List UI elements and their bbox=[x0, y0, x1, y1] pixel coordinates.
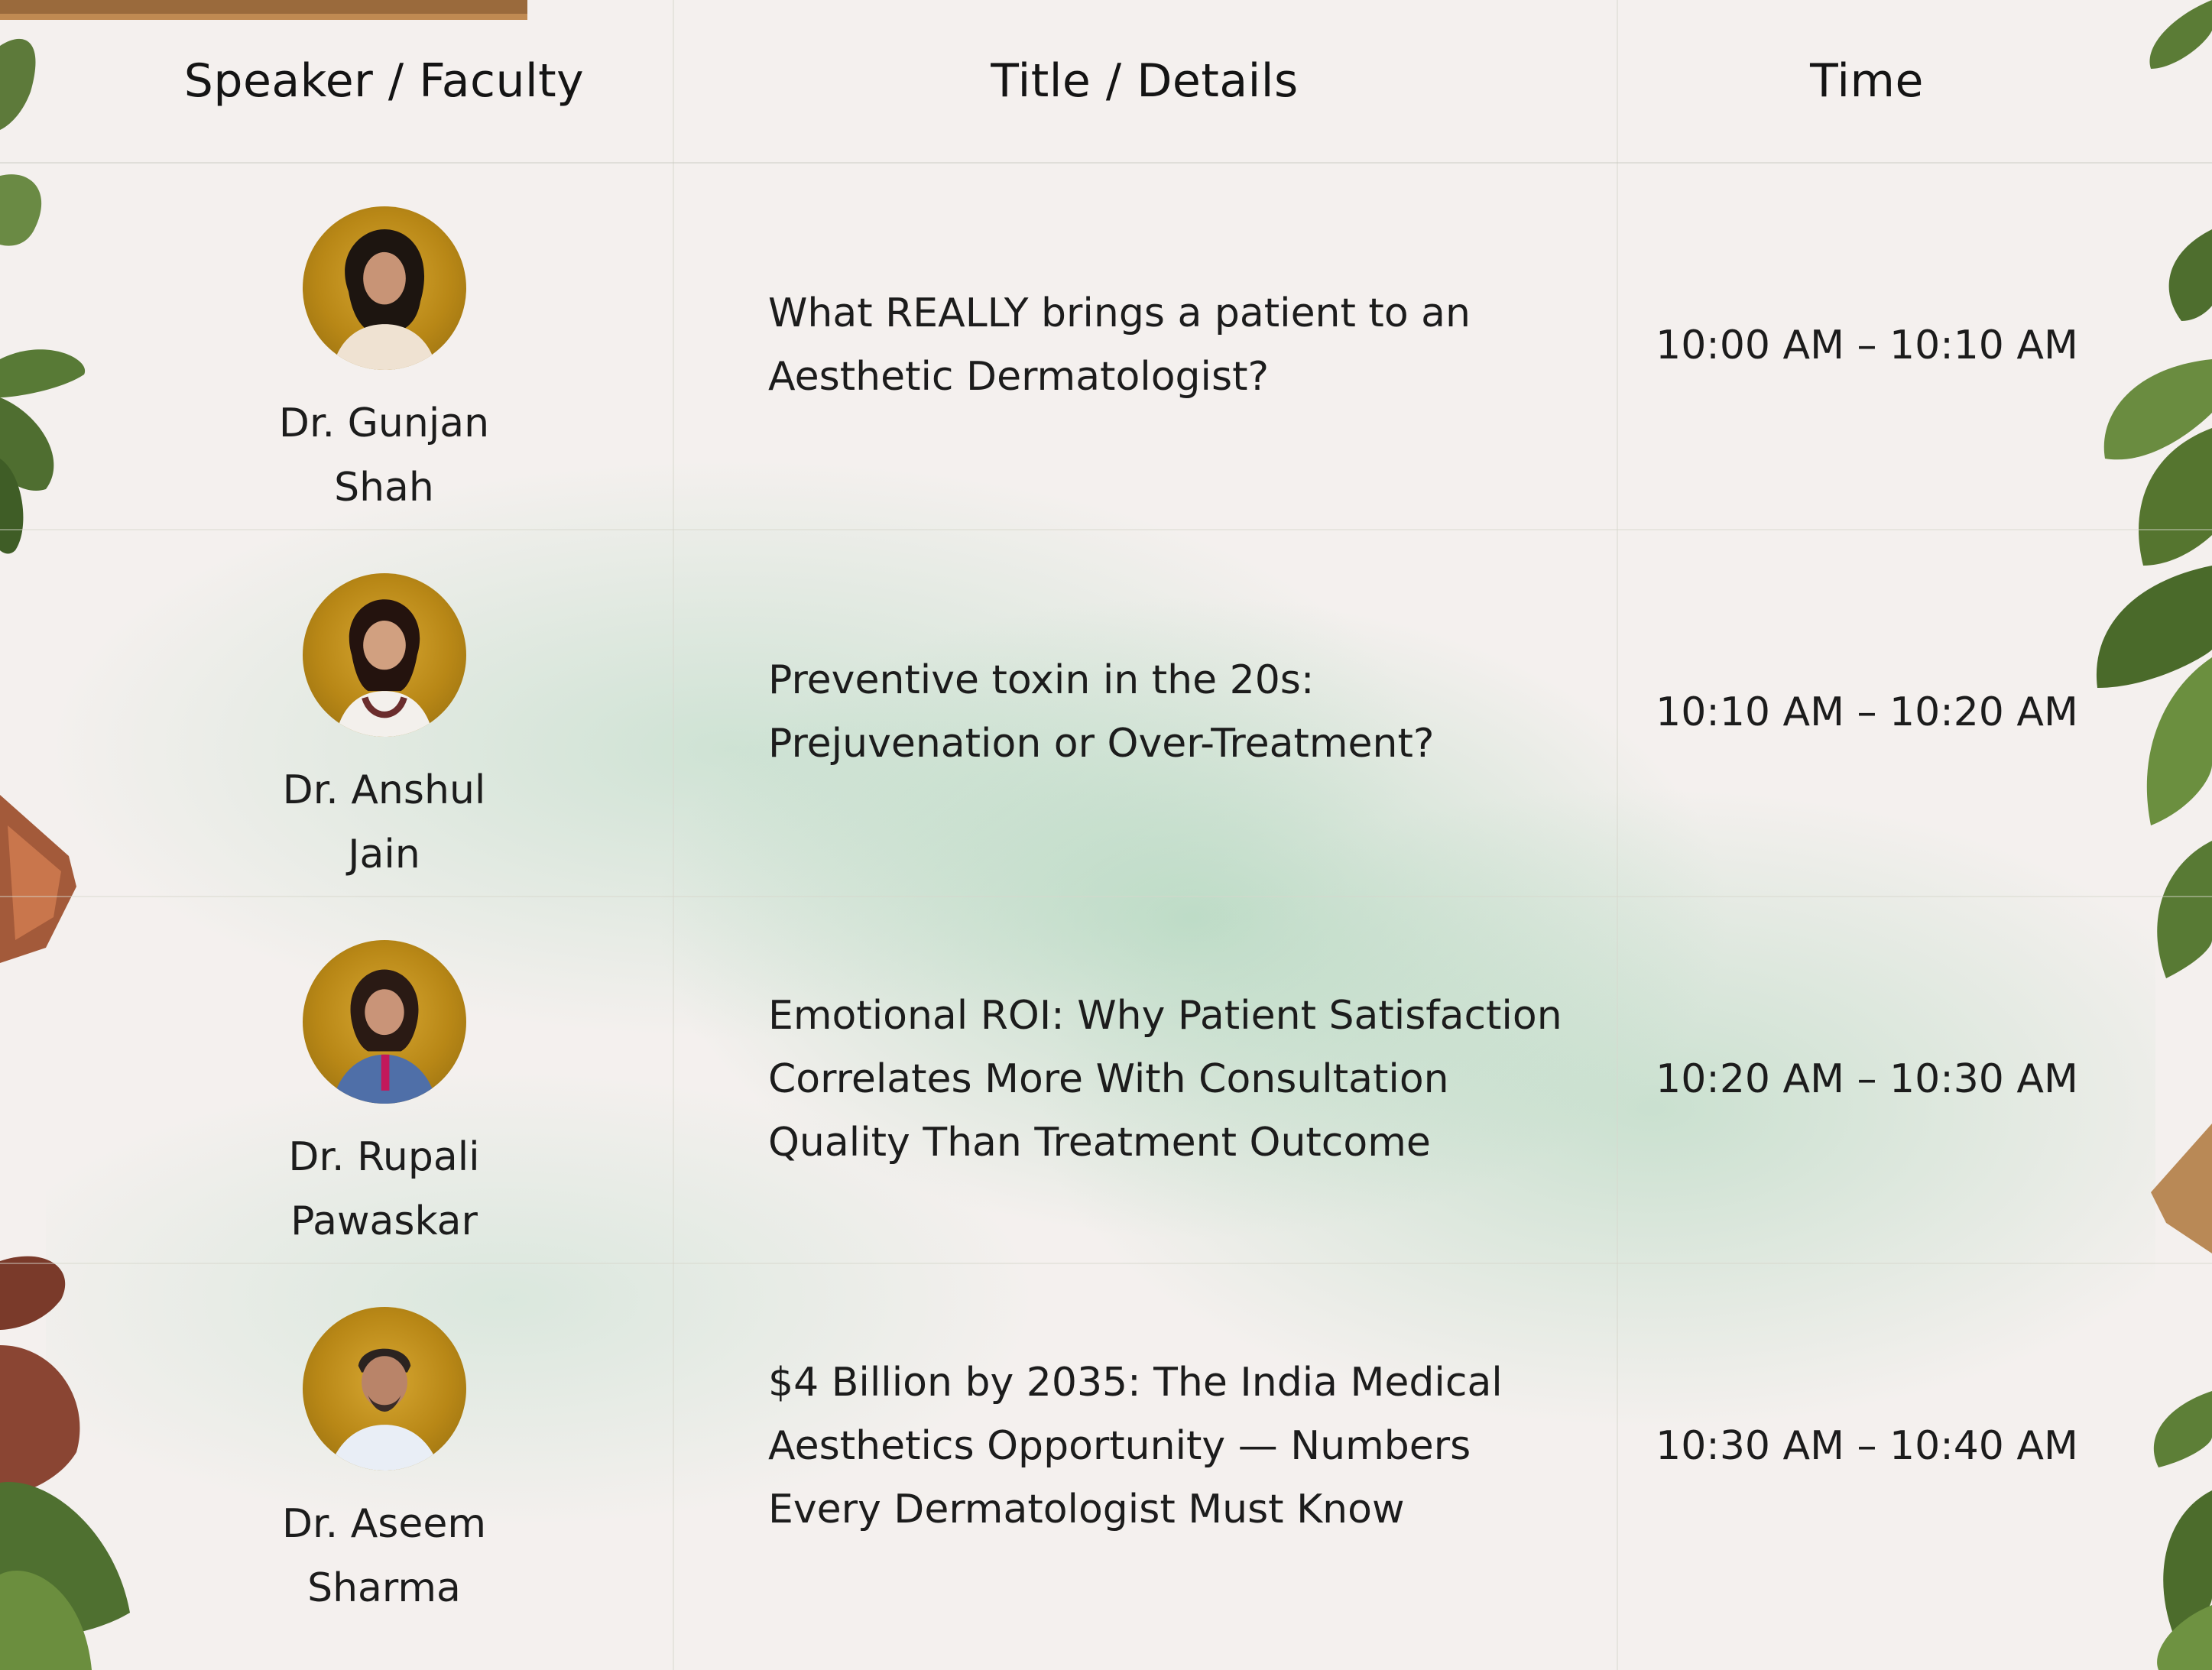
speaker-last-name: Jain bbox=[348, 832, 420, 877]
speaker-last-name: Shah bbox=[334, 465, 434, 511]
header-speaker: Speaker / Faculty bbox=[183, 54, 585, 108]
schedule-table: Speaker / Faculty Title / Details Time D… bbox=[0, 0, 2212, 1670]
speaker-name: Dr. Rupali Pawaskar bbox=[138, 1125, 631, 1253]
avatar bbox=[303, 940, 466, 1104]
table-row: Dr. Aseem Sharma $4 Billion by 2035: The… bbox=[0, 1263, 2212, 1629]
speaker-first-name: Dr. Rupali bbox=[288, 1134, 480, 1180]
session-title: Preventive toxin in the 20s: Prejuvenati… bbox=[768, 657, 1435, 767]
speaker-photo bbox=[332, 229, 437, 370]
speaker-cell: Dr. Aseem Sharma bbox=[138, 1263, 631, 1629]
session-time: 10:20 AM – 10:30 AM bbox=[1656, 1056, 2078, 1102]
header-title: Title / Details bbox=[991, 54, 1299, 108]
title-cell: $4 Billion by 2035: The India Medical Ae… bbox=[768, 1263, 1601, 1629]
header-time: Time bbox=[1810, 54, 1924, 108]
speaker-last-name: Sharma bbox=[307, 1565, 461, 1611]
table-header-row: Speaker / Faculty Title / Details Time bbox=[0, 0, 2212, 164]
speaker-name: Dr. Aseem Sharma bbox=[138, 1492, 631, 1620]
title-cell: Emotional ROI: Why Patient Satisfaction … bbox=[768, 896, 1601, 1263]
speaker-name: Dr. Gunjan Shah bbox=[138, 391, 631, 520]
table-row: Dr. Gunjan Shah What REALLY brings a pat… bbox=[0, 162, 2212, 529]
title-cell: What REALLY brings a patient to an Aesth… bbox=[768, 162, 1601, 529]
title-cell: Preventive toxin in the 20s: Prejuvenati… bbox=[768, 529, 1601, 896]
speaker-name: Dr. Anshul Jain bbox=[138, 758, 631, 887]
session-title: $4 Billion by 2035: The India Medical Ae… bbox=[768, 1359, 1503, 1532]
speaker-photo bbox=[332, 969, 437, 1104]
avatar bbox=[303, 1307, 466, 1471]
avatar bbox=[303, 573, 466, 737]
speaker-cell: Dr. Gunjan Shah bbox=[138, 162, 631, 529]
speaker-first-name: Dr. Gunjan bbox=[278, 400, 490, 446]
speaker-cell: Dr. Rupali Pawaskar bbox=[138, 896, 631, 1263]
speaker-first-name: Dr. Aseem bbox=[281, 1501, 486, 1547]
session-title: Emotional ROI: Why Patient Satisfaction … bbox=[768, 992, 1562, 1166]
session-time: 10:00 AM – 10:10 AM bbox=[1656, 323, 2078, 368]
table-row: Dr. Rupali Pawaskar Emotional ROI: Why P… bbox=[0, 896, 2212, 1263]
speaker-photo bbox=[335, 599, 434, 737]
speaker-last-name: Pawaskar bbox=[290, 1198, 478, 1244]
session-time: 10:10 AM – 10:20 AM bbox=[1656, 689, 2078, 735]
table-row: Dr. Anshul Jain Preventive toxin in the … bbox=[0, 529, 2212, 896]
speaker-first-name: Dr. Anshul bbox=[282, 767, 486, 813]
speaker-cell: Dr. Anshul Jain bbox=[138, 529, 631, 896]
session-time: 10:30 AM – 10:40 AM bbox=[1656, 1423, 2078, 1469]
avatar bbox=[303, 206, 466, 370]
speaker-photo bbox=[329, 1348, 440, 1471]
session-title: What REALLY brings a patient to an Aesth… bbox=[768, 290, 1471, 400]
